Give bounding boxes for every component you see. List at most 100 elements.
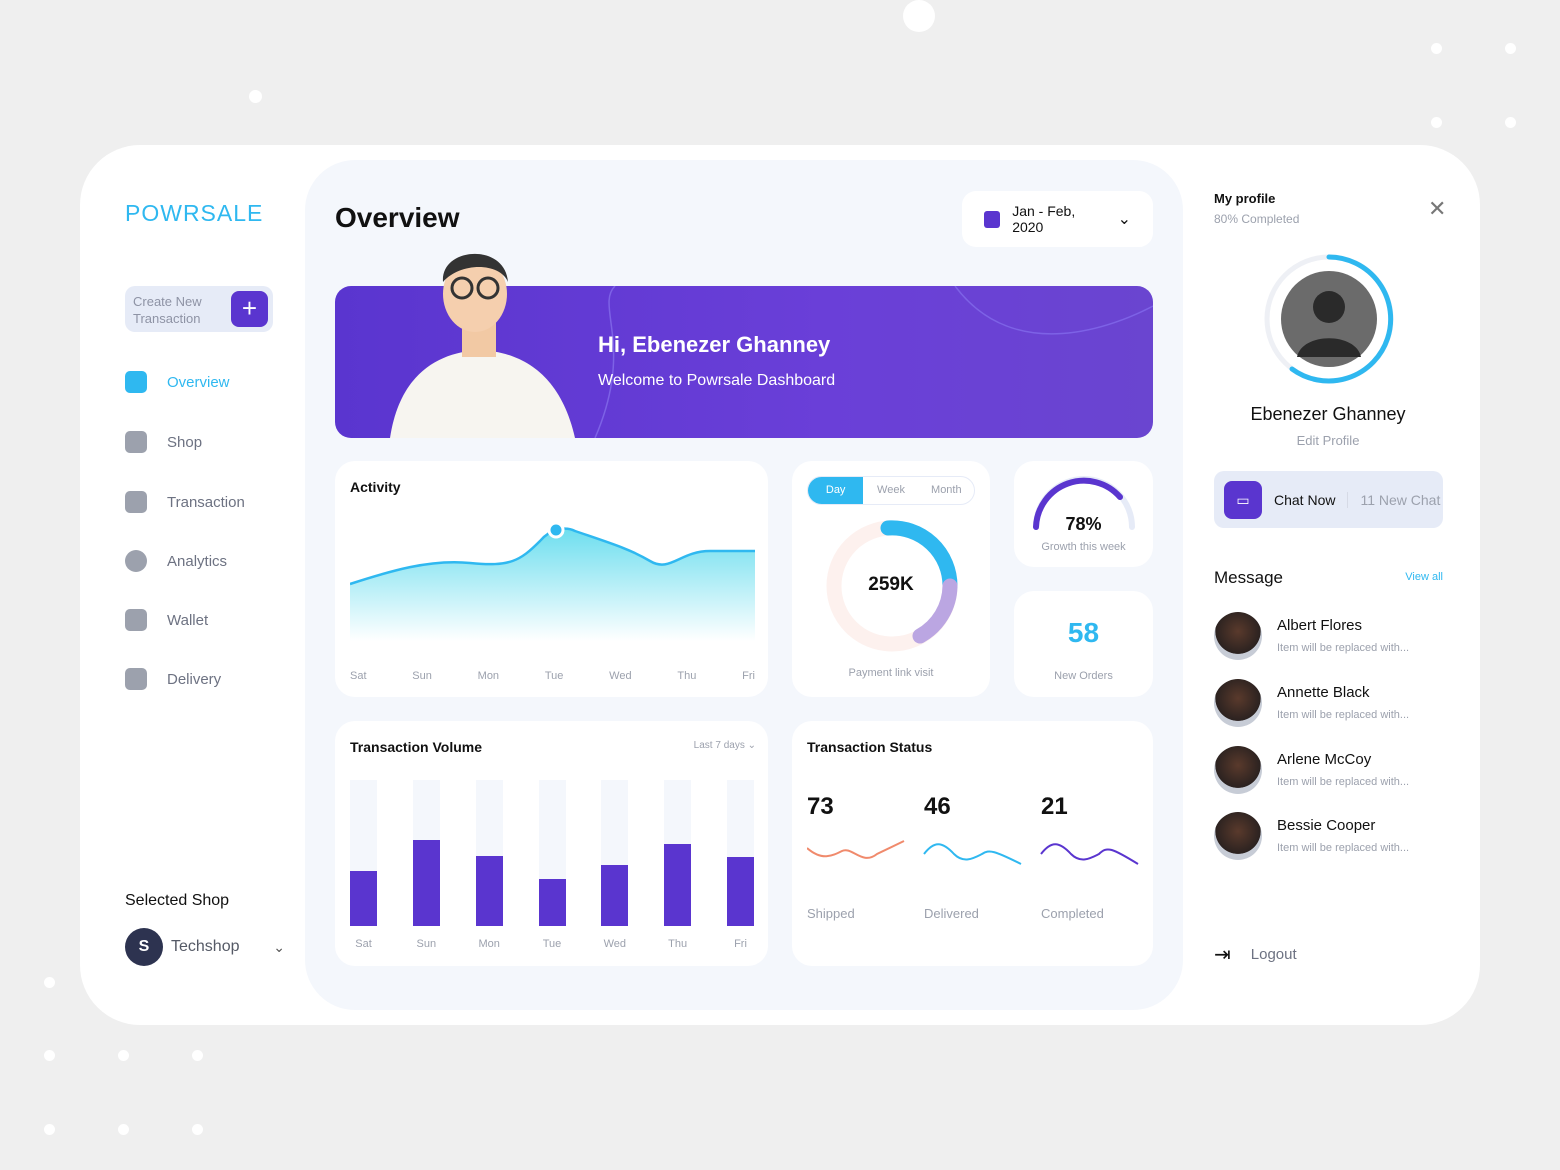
avatar	[1214, 612, 1262, 660]
completed-label: Completed	[1041, 906, 1104, 921]
chevron-down-icon: ⌄	[1117, 211, 1131, 228]
message-preview: Item will be replaced with...	[1277, 776, 1410, 788]
sender-name: Albert Flores	[1277, 617, 1363, 634]
chevron-down-icon: ⌄	[273, 938, 285, 955]
close-icon[interactable]: ✕	[1428, 196, 1446, 222]
volume-title: Transaction Volume	[350, 739, 482, 755]
page-title: Overview	[335, 202, 460, 233]
profile-completion: 80% Completed	[1214, 212, 1300, 226]
volume-bars	[350, 780, 754, 926]
logout-button[interactable]: ⇥ Logout	[1214, 942, 1297, 967]
x-tick: Tue	[544, 670, 564, 682]
shop-selector[interactable]: S Techshop ⌄	[125, 928, 285, 966]
message-item[interactable]: Albert Flores Item will be replaced with.…	[1214, 612, 1454, 662]
period-label: Last 7 days	[693, 740, 745, 751]
profile-title: My profile	[1214, 191, 1276, 206]
tab-month[interactable]: Month	[919, 477, 974, 504]
avatar-illustration	[390, 253, 575, 438]
date-range-label: Jan - Feb, 2020	[1012, 203, 1076, 235]
new-chat-count: 11 New Chat	[1347, 491, 1440, 508]
status-sparklines	[807, 840, 1139, 865]
bar-mon[interactable]	[475, 855, 503, 926]
sidebar-item-transaction[interactable]: Transaction	[125, 489, 285, 515]
welcome-text: Welcome to Powrsale Dashboard	[598, 372, 836, 389]
message-item[interactable]: Annette Black Item will be replaced with.…	[1214, 679, 1454, 729]
sidebar-item-analytics[interactable]: Analytics	[125, 548, 285, 574]
bar-track	[727, 780, 754, 926]
create-transaction-button[interactable]: Create New Transaction +	[125, 286, 273, 332]
sidebar-item-overview[interactable]: Overview	[125, 369, 285, 395]
shop-name: Techshop	[171, 938, 240, 955]
edit-profile-link[interactable]: Edit Profile	[1214, 433, 1442, 448]
tab-week[interactable]: Week	[863, 477, 918, 504]
sidebar-item-wallet[interactable]: Wallet	[125, 607, 285, 633]
bar-track	[664, 780, 692, 926]
nav-label: Delivery	[167, 670, 222, 688]
bar-track	[601, 780, 629, 926]
bar-track	[538, 780, 566, 926]
orders-label: New Orders	[1054, 670, 1113, 682]
volume-x-axis: Sat Sun Mon Tue Wed Thu Fri	[350, 938, 754, 952]
activity-line-chart	[350, 521, 755, 641]
x-tick-label: Thu	[668, 938, 688, 950]
x-tick: Fri	[742, 670, 755, 682]
message-preview: Item will be replaced with...	[1277, 842, 1410, 854]
plus-icon[interactable]: +	[231, 291, 268, 327]
shop-avatar: S	[125, 928, 163, 966]
period-tabs: Day Week Month	[807, 476, 975, 505]
bar-sat[interactable]	[350, 870, 377, 926]
activity-point[interactable]	[547, 521, 565, 539]
orders-card: 58 New Orders	[1014, 591, 1153, 697]
chat-bubble-icon: ▭	[1224, 480, 1262, 519]
delivered-sparkline	[923, 843, 1022, 865]
period-dropdown[interactable]: Last 7 days ⌄	[694, 740, 756, 751]
bar-fri[interactable]	[727, 857, 754, 926]
activity-card: Activity Sat Sun Mon Tue Wed Thu Fri	[335, 461, 768, 697]
transaction-status-card: Transaction Status 73 46 21 Shipped Deli…	[792, 721, 1153, 966]
message-item[interactable]: Arlene McCoy Item will be replaced with..…	[1214, 746, 1454, 796]
growth-label: Growth this week	[1041, 541, 1126, 553]
payment-label: Payment link visit	[848, 667, 934, 679]
orders-value: 58	[1067, 617, 1100, 648]
bar-tue[interactable]	[538, 879, 566, 926]
avatar	[1214, 679, 1262, 727]
x-tick-label: Tue	[542, 938, 562, 950]
x-tick: Sat	[350, 670, 367, 682]
payment-card: Day Week Month 259K Payment link visit	[792, 461, 990, 697]
shipped-value: 73	[807, 793, 834, 820]
chevron-down-icon: ⌄	[747, 740, 756, 751]
chat-now-button[interactable]: ▭ Chat Now 11 New Chat	[1214, 471, 1443, 528]
analytics-pie-icon	[125, 550, 147, 572]
avatar	[1214, 812, 1262, 860]
growth-card: 78% Growth this week	[1014, 461, 1153, 567]
brand-logo: POWRSALE	[125, 200, 264, 226]
nav-label: Overview	[167, 373, 230, 391]
greeting: Hi, Ebenezer Ghanney	[598, 332, 831, 357]
logout-label: Logout	[1250, 946, 1297, 963]
delivered-label: Delivered	[924, 906, 979, 921]
transaction-volume-card: Transaction Volume Last 7 days ⌄ Sat Sun M…	[335, 721, 768, 966]
date-range-picker[interactable]: Jan - Feb, 2020 ⌄	[962, 191, 1153, 247]
profile-progress-ring	[1264, 254, 1394, 384]
shipped-label: Shipped	[807, 906, 855, 921]
growth-value: 78%	[1065, 514, 1102, 534]
x-tick-label: Sat	[355, 938, 372, 950]
tab-day[interactable]: Day	[808, 477, 864, 504]
selected-shop-title: Selected Shop	[125, 892, 230, 909]
message-item[interactable]: Bessie Cooper Item will be replaced with.…	[1214, 812, 1454, 862]
x-tick-label: Sun	[416, 938, 437, 950]
sidebar-item-shop[interactable]: Shop	[125, 429, 285, 455]
x-tick-label: Mon	[478, 938, 500, 950]
chat-now-label: Chat Now	[1274, 491, 1336, 508]
bar-wed[interactable]	[601, 864, 629, 926]
transaction-icon	[125, 491, 147, 513]
messages-title: Message	[1214, 568, 1283, 587]
sidebar-item-delivery[interactable]: Delivery	[125, 666, 285, 692]
completed-sparkline	[1040, 843, 1139, 865]
avatar	[1214, 746, 1262, 794]
bar-sun[interactable]	[412, 839, 440, 926]
activity-title: Activity	[350, 479, 401, 495]
bar-thu[interactable]	[664, 844, 692, 926]
view-all-link[interactable]: View all	[1405, 571, 1443, 583]
profile-name: Ebenezer Ghanney	[1250, 404, 1406, 424]
